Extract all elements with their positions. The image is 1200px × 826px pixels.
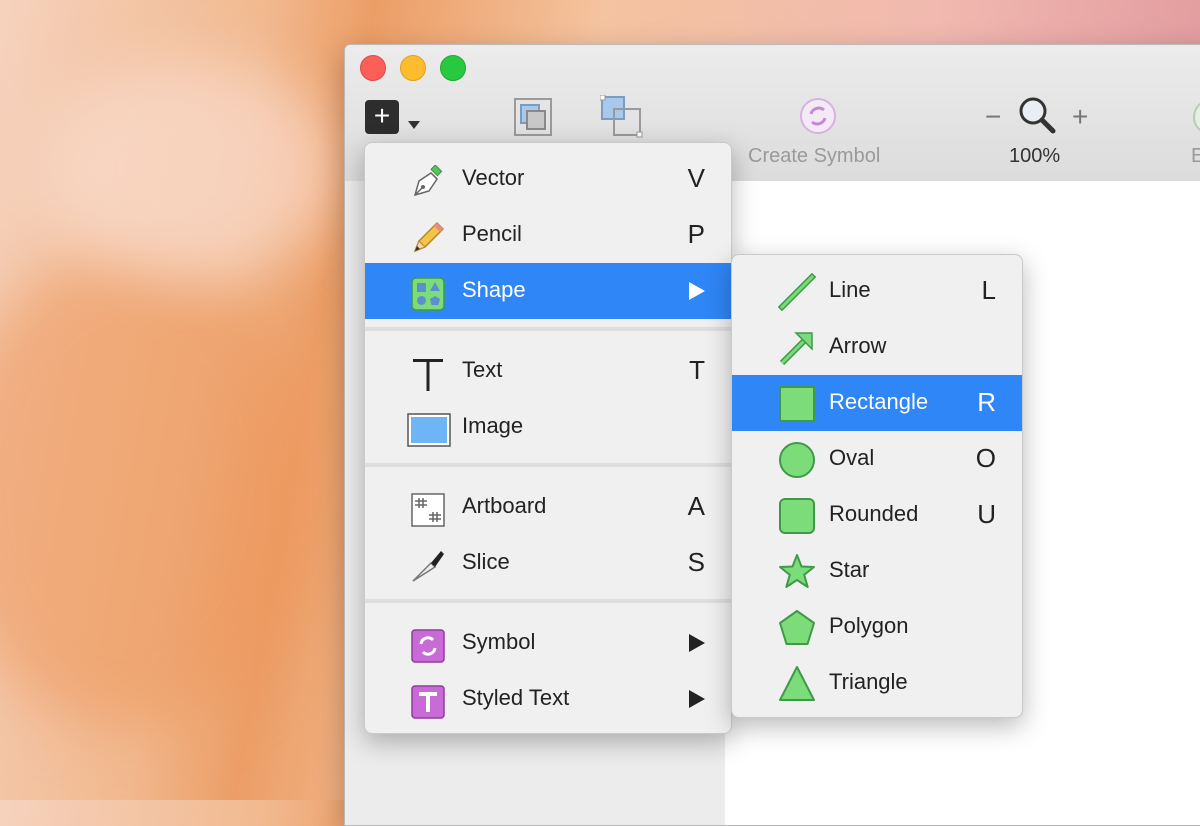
menu-item-label: Styled Text: [462, 685, 570, 710]
submenu-item-label: Line: [829, 277, 871, 302]
symbol-icon: [411, 629, 445, 663]
menu-item-label: Text: [462, 357, 503, 382]
submenu-arrow-icon: [689, 634, 705, 652]
styled-text-icon: [411, 685, 445, 719]
arrow-icon: [779, 332, 813, 366]
insert-menu: Vector V Pencil P Shape Text T Image Art…: [364, 142, 732, 734]
background-cloud: [0, 250, 320, 730]
oval-icon: [779, 442, 815, 478]
submenu-item-label: Polygon: [829, 613, 909, 638]
submenu-item-polygon[interactable]: Polygon: [732, 599, 1022, 655]
menu-item-artboard[interactable]: Artboard A: [365, 479, 731, 535]
background-cloud: [40, 60, 340, 280]
pen-icon: [413, 165, 443, 197]
partial-toolbar-label[interactable]: E: [1191, 145, 1200, 168]
shortcut-label: T: [689, 355, 705, 385]
image-icon: [407, 413, 451, 447]
pencil-icon: [413, 221, 445, 253]
knife-icon: [412, 551, 444, 582]
menu-item-label: Slice: [462, 549, 510, 574]
menu-item-image[interactable]: Image: [365, 399, 731, 455]
rectangle-icon: [779, 386, 815, 422]
menu-item-shape[interactable]: Shape: [365, 263, 731, 319]
submenu-item-label: Star: [829, 557, 870, 582]
menu-separator: [365, 599, 731, 603]
maximize-window-button[interactable]: [440, 55, 466, 81]
menu-item-vector[interactable]: Vector V: [365, 151, 731, 207]
group-icon[interactable]: [513, 97, 553, 137]
insert-dropdown-caret-icon[interactable]: [408, 121, 420, 129]
menu-item-label: Symbol: [462, 629, 536, 654]
create-symbol-icon[interactable]: [799, 97, 837, 135]
menu-item-label: Shape: [462, 277, 526, 302]
submenu-item-arrow[interactable]: Arrow: [732, 319, 1022, 375]
create-symbol-label[interactable]: Create Symbol: [748, 145, 880, 168]
submenu-item-label: Rounded: [829, 501, 919, 526]
submenu-item-label: Rectangle: [829, 389, 929, 414]
shortcut-label: O: [975, 443, 996, 473]
menu-item-styled-text[interactable]: Styled Text: [365, 671, 731, 727]
submenu-item-label: Arrow: [829, 333, 887, 358]
ungroup-icon[interactable]: [600, 95, 644, 139]
menu-separator: [365, 463, 731, 467]
submenu-item-rounded[interactable]: Rounded U: [732, 487, 1022, 543]
shortcut-label: S: [687, 547, 705, 577]
menu-item-symbol[interactable]: Symbol: [365, 615, 731, 671]
submenu-arrow-icon: [689, 690, 705, 708]
shortcut-label: A: [687, 491, 705, 521]
star-icon: [779, 554, 815, 588]
zoom-in-button[interactable]: +: [1072, 101, 1088, 133]
line-icon: [778, 273, 816, 311]
zoom-level: 100%: [1009, 145, 1061, 167]
shortcut-label: U: [977, 499, 996, 529]
shortcut-label: L: [981, 275, 996, 305]
minimize-window-button[interactable]: [400, 55, 426, 81]
partial-toolbar-icon[interactable]: [1191, 97, 1200, 137]
insert-button[interactable]: +: [365, 100, 399, 134]
triangle-icon: [779, 666, 815, 701]
magnifier-icon: [1019, 97, 1056, 134]
rounded-rectangle-icon: [779, 498, 815, 534]
menu-item-label: Artboard: [462, 493, 547, 518]
submenu-item-star[interactable]: Star: [732, 543, 1022, 599]
menu-item-pencil[interactable]: Pencil P: [365, 207, 731, 263]
close-window-button[interactable]: [360, 55, 386, 81]
submenu-arrow-icon: [689, 282, 705, 300]
menu-item-label: Vector: [462, 165, 525, 190]
shortcut-label: R: [977, 387, 996, 417]
submenu-item-label: Triangle: [829, 669, 908, 694]
zoom-out-button[interactable]: −: [985, 101, 1001, 133]
artboard-icon: [411, 493, 445, 527]
polygon-icon: [779, 610, 815, 645]
menu-item-text[interactable]: Text T: [365, 343, 731, 399]
submenu-item-rectangle[interactable]: Rectangle R: [732, 375, 1022, 431]
shape-submenu: Line L Arrow Rectangle R Oval O Rounded …: [731, 254, 1023, 718]
menu-item-slice[interactable]: Slice S: [365, 535, 731, 591]
watermark: CSDN @设计是门艺术: [1001, 770, 1184, 790]
submenu-item-triangle[interactable]: Triangle: [732, 655, 1022, 711]
menu-separator: [365, 327, 731, 331]
menu-item-label: Image: [462, 413, 524, 438]
submenu-item-label: Oval: [829, 445, 875, 470]
submenu-item-line[interactable]: Line L: [732, 263, 1022, 319]
shapes-icon: [411, 277, 445, 311]
shortcut-label: V: [687, 163, 705, 193]
submenu-item-oval[interactable]: Oval O: [732, 431, 1022, 487]
shortcut-label: P: [687, 219, 705, 249]
text-icon: [413, 359, 443, 391]
menu-item-label: Pencil: [462, 221, 522, 246]
